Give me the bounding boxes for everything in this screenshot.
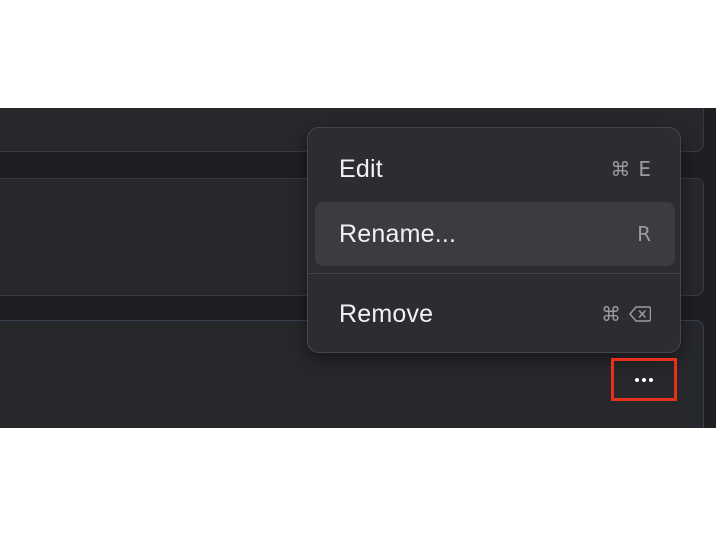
more-horizontal-icon (635, 377, 653, 382)
menu-item-remove[interactable]: Remove ⌘ (315, 282, 675, 346)
shortcut-hint: R (637, 222, 651, 246)
menu-item-rename[interactable]: Rename... R (315, 202, 675, 266)
shortcut-hint: ⌘ (601, 302, 651, 326)
menu-item-label: Edit (339, 154, 383, 183)
command-key-icon: ⌘ (601, 302, 621, 326)
command-key-icon: ⌘ (610, 157, 631, 181)
context-menu: Edit ⌘ E Rename... R Remove ⌘ (307, 127, 681, 353)
menu-item-label: Rename... (339, 219, 457, 248)
delete-backward-icon (629, 306, 651, 322)
menu-item-label: Remove (339, 299, 434, 328)
menu-item-edit[interactable]: Edit ⌘ E (315, 137, 675, 201)
menu-divider (308, 273, 680, 274)
more-options-button[interactable] (611, 358, 677, 401)
shortcut-key: R (637, 222, 651, 246)
screenshot: Edit ⌘ E Rename... R Remove ⌘ (0, 0, 716, 537)
shortcut-key: E (638, 157, 651, 181)
shortcut-hint: ⌘ E (610, 157, 651, 181)
